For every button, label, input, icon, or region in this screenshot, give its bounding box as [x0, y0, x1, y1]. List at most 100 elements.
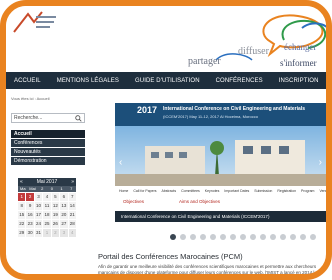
slide-link[interactable]: Important Dates [224, 189, 249, 193]
slide-link[interactable]: Home [119, 189, 128, 193]
slider-pager-dot[interactable] [230, 234, 236, 240]
slide-caption-left[interactable]: Objectives [123, 199, 144, 204]
calendar-nav-item[interactable]: 7 [66, 186, 76, 192]
tagline-sinformer: s'informer [280, 58, 317, 68]
slide-caption: Objectives Aims and Objectives [115, 199, 326, 207]
calendar-nav-item[interactable]: 1 [57, 186, 67, 192]
calendar-day[interactable]: 1 [18, 193, 26, 201]
slide-prev-arrow-icon[interactable]: ‹ [119, 157, 122, 168]
calendar-day[interactable]: 3 [60, 229, 68, 237]
slider-pager-dot[interactable] [170, 234, 176, 240]
calendar-day[interactable]: 8 [18, 202, 26, 210]
section-title: Portail des Conférences Marocaines (PCM) [98, 252, 243, 261]
slider-pager-dot[interactable] [220, 234, 226, 240]
slide-year: 2017 [137, 105, 158, 115]
calendar-day[interactable]: 15 [18, 211, 26, 219]
nav-mentions-legales[interactable]: MENTIONS LÉGALES [49, 78, 127, 84]
calendar-day[interactable]: 22 [18, 220, 26, 228]
calendar-day[interactable]: 9 [26, 202, 34, 210]
conference-slider[interactable]: 2017 International Conference on Civil E… [115, 103, 326, 227]
nav-conferences[interactable]: CONFÉRENCES [208, 78, 271, 84]
tagline-diffuser: diffuser [238, 46, 269, 57]
calendar-day[interactable]: 3 [34, 193, 43, 201]
calendar-nav-item[interactable]: Mai [28, 186, 38, 192]
slide-bar[interactable]: International Conference on Civil Engine… [115, 211, 326, 222]
slider-pager-dot[interactable] [250, 234, 256, 240]
tagline-partager: partager [188, 56, 221, 67]
calendar-day[interactable]: 13 [60, 202, 68, 210]
slider-pager-dot[interactable] [210, 234, 216, 240]
calendar-day[interactable]: 18 [43, 211, 51, 219]
search-icon[interactable] [75, 115, 82, 122]
calendar-day[interactable]: 5 [51, 193, 60, 201]
calendar-day[interactable]: 14 [68, 202, 76, 210]
calendar-month: Mai 2017 [36, 179, 58, 185]
calendar-day[interactable]: 1 [43, 229, 51, 237]
calendar-header: « Mai 2017 » [18, 178, 76, 186]
calendar-day[interactable]: 2 [26, 193, 34, 201]
calendar-day[interactable]: 10 [34, 202, 43, 210]
calendar-day[interactable]: 11 [43, 202, 51, 210]
slide-link[interactable]: Abstracts [162, 189, 177, 193]
search-input[interactable]: Recherche... [11, 113, 85, 123]
slider-pager-dot[interactable] [290, 234, 296, 240]
slider-pager-dot[interactable] [310, 234, 316, 240]
nav-inscription[interactable]: INSCRIPTION [271, 78, 326, 84]
main-nav: ACCUEIL MENTIONS LÉGALES GUIDE D'UTILISA… [6, 72, 326, 89]
calendar-day[interactable]: 19 [51, 211, 60, 219]
slide-link[interactable]: Call for Papers [133, 189, 156, 193]
calendar-day[interactable]: 2 [51, 229, 60, 237]
calendar-day[interactable]: 29 [18, 229, 26, 237]
slide-link[interactable]: Keynotes [205, 189, 220, 193]
slide-link[interactable]: Committees [181, 189, 200, 193]
calendar-day[interactable]: 6 [60, 193, 68, 201]
calendar-day[interactable]: 4 [68, 229, 76, 237]
calendar-prev-button[interactable]: « [20, 179, 23, 185]
slider-pager-dot[interactable] [190, 234, 196, 240]
breadcrumb: Vous êtes ici : Accueil [11, 96, 50, 101]
calendar-day[interactable]: 26 [51, 220, 60, 228]
slide-link[interactable]: Program [301, 189, 314, 193]
slider-pager-dot[interactable] [200, 234, 206, 240]
slider-pager-dot[interactable] [180, 234, 186, 240]
calendar-day[interactable]: 7 [68, 193, 76, 201]
side-menu-conferences[interactable]: Conférences [11, 139, 85, 147]
side-menu-accueil[interactable]: Accueil [11, 130, 85, 138]
calendar-day[interactable]: 23 [26, 220, 34, 228]
calendar-day[interactable]: 27 [60, 220, 68, 228]
slide-link[interactable]: Venue [319, 189, 326, 193]
slide-link[interactable]: Submission [254, 189, 272, 193]
calendar-nav-item[interactable]: 0 [47, 186, 57, 192]
site-logo[interactable] [12, 10, 58, 36]
calendar-day[interactable]: 20 [60, 211, 68, 219]
slider-pager-dot[interactable] [260, 234, 266, 240]
slide-subtitle: (ICCEM'2017) May 11-12, 2017 Al Hoceima,… [163, 114, 258, 119]
calendar-day[interactable]: 24 [34, 220, 43, 228]
calendar-day[interactable]: 21 [68, 211, 76, 219]
side-menu-demonstration[interactable]: Démonstration [11, 157, 85, 165]
calendar-day[interactable]: 16 [26, 211, 34, 219]
section-text: Afin de garantir une meilleure visibilit… [98, 264, 317, 275]
side-menu-nouveautes[interactable]: Nouveautés [11, 148, 85, 156]
nav-guide[interactable]: GUIDE D'UTILISATION [127, 78, 208, 84]
slider-pager-dot[interactable] [300, 234, 306, 240]
calendar-nav-item[interactable]: 2 [37, 186, 47, 192]
calendar-day[interactable]: 17 [34, 211, 43, 219]
calendar-day[interactable]: 25 [43, 220, 51, 228]
slider-pager-dot[interactable] [270, 234, 276, 240]
calendar-next-button[interactable]: » [71, 179, 74, 185]
nav-accueil[interactable]: ACCUEIL [6, 78, 49, 84]
calendar-nav-item[interactable]: Ma [18, 186, 28, 192]
page-frame: partager diffuser échanger s'informer AC… [0, 0, 332, 280]
side-menu: Accueil Conférences Nouveautés Démonstra… [11, 130, 85, 166]
slide-next-arrow-icon[interactable]: › [319, 157, 322, 168]
calendar-day[interactable]: 30 [26, 229, 34, 237]
slider-pager-dot[interactable] [280, 234, 286, 240]
slide-caption-right[interactable]: Aims and Objectives [179, 199, 220, 204]
slide-link[interactable]: Registration [277, 189, 296, 193]
calendar-day[interactable]: 4 [43, 193, 51, 201]
slider-pager-dot[interactable] [240, 234, 246, 240]
calendar-day[interactable]: 12 [51, 202, 60, 210]
calendar-day[interactable]: 31 [34, 229, 43, 237]
calendar-day[interactable]: 28 [68, 220, 76, 228]
